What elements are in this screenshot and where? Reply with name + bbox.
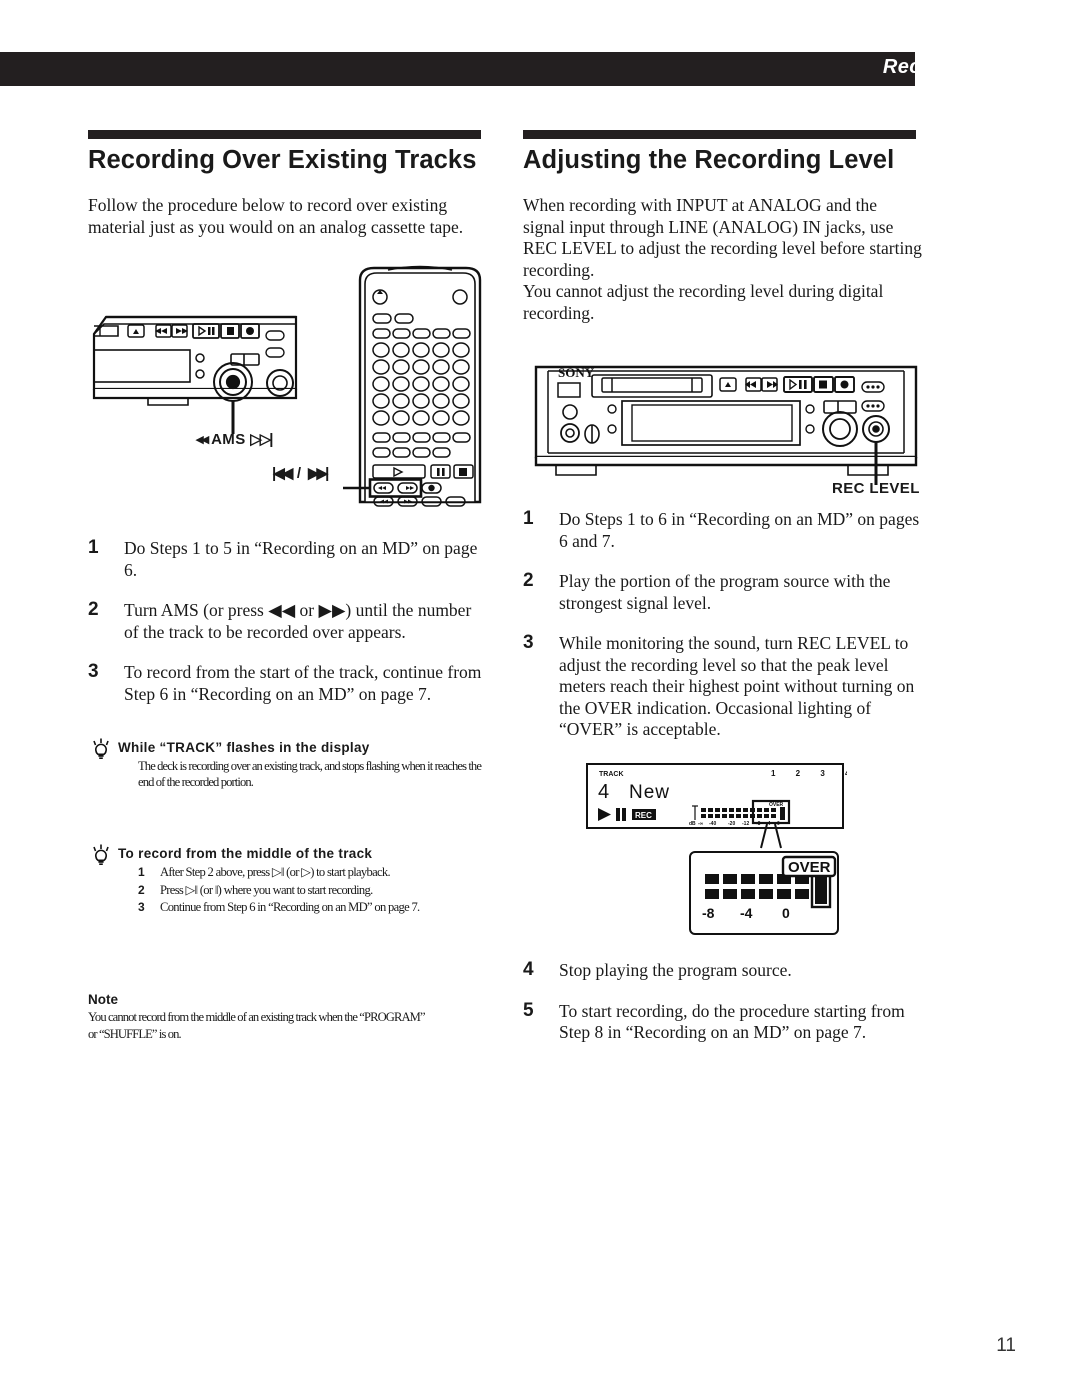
- tip-sub-item: 1 After Step 2 above, press ▷‖ (or ▷) to…: [138, 864, 488, 881]
- header-banner: [0, 52, 915, 86]
- next-track-icon: ▶▶|: [308, 465, 329, 482]
- step-text: Do Steps 1 to 6 in “Recording on an MD” …: [559, 509, 920, 551]
- document-page: Recording on MDs Recording Over Existing…: [0, 0, 1080, 1397]
- bulb-icon: [93, 844, 109, 865]
- left-section-rule: [88, 130, 481, 139]
- page-number: 11: [996, 1335, 1016, 1356]
- step-number: 5: [523, 999, 534, 1021]
- step-number: 3: [523, 632, 534, 653]
- meter-tick: -∞: [698, 821, 704, 827]
- left-intro-text: Follow the procedure below to record ove…: [88, 195, 464, 237]
- right-column: Adjusting the Recording Level When recor…: [523, 130, 923, 324]
- step-text: To start recording, do the procedure sta…: [559, 1000, 905, 1043]
- right-steps-list-bottom: 4 Stop playing the program source. 5 To …: [523, 959, 923, 1063]
- meter-tick: -40: [709, 821, 716, 827]
- step-number: 2: [523, 570, 534, 591]
- meter-unit-label: dB: [689, 821, 696, 827]
- skip-forward-icon: ▷▷|: [250, 431, 273, 448]
- step-item: 1 Do Steps 1 to 5 in “Recording on an MD…: [88, 537, 488, 581]
- tip-heading: While “TRACK” flashes in the display: [118, 740, 370, 755]
- display-track-label: TRACK: [599, 771, 624, 778]
- right-figure-md-deck: SONY: [528, 345, 928, 495]
- rec-level-callout-label: REC LEVEL: [832, 480, 920, 497]
- remote-control-illustration: [343, 265, 482, 507]
- tip-sub-text: Continue from Step 6 in “Recording on an…: [160, 900, 420, 914]
- tip-sub-number: 2: [138, 882, 145, 897]
- tip-body: The deck is recording over an existing t…: [138, 759, 482, 789]
- tip-heading: To record from the middle of the track: [118, 846, 373, 861]
- step-text: Stop playing the program source.: [559, 960, 792, 980]
- display-track-number: 4: [598, 781, 609, 803]
- right-section-title: Adjusting the Recording Level: [523, 146, 895, 174]
- step-item: 2 Play the portion of the program source…: [523, 570, 923, 614]
- pause-icon: [616, 808, 620, 821]
- ams-callout-label: ◂◂ AMS ▷▷|: [196, 431, 274, 448]
- right-steps-list-top: 1 Do Steps 1 to 6 in “Recording on an MD…: [523, 508, 923, 760]
- left-steps-list: 1 Do Steps 1 to 5 in “Recording on an MD…: [88, 537, 488, 724]
- tip-sub-item: 3 Continue from Step 6 in “Recording on …: [138, 899, 488, 916]
- zoom-scale-label: -4: [740, 905, 753, 921]
- brand-logo: SONY: [558, 365, 595, 380]
- step-number: 1: [88, 537, 99, 558]
- tip-sub-text: After Step 2 above, press ▷‖ (or ▷) to s…: [160, 865, 391, 879]
- over-indicator-label: OVER: [769, 802, 784, 808]
- tip-track-flashes: While “TRACK” flashes in the display The…: [88, 738, 488, 800]
- display-track-name: New: [629, 782, 670, 803]
- step-number: 3: [88, 661, 99, 682]
- step-text: Play the portion of the program source w…: [559, 571, 891, 613]
- tip-record-from-middle: To record from the middle of the track 1…: [88, 844, 488, 926]
- step-item: 3 To record from the start of the track,…: [88, 661, 488, 705]
- remote-skip-callout-label: |◀◀ / ▶▶|: [272, 465, 329, 482]
- zoom-over-label: OVER: [788, 859, 831, 876]
- note-heading: Note: [88, 992, 118, 1007]
- step-number: 4: [523, 959, 534, 980]
- meter-tick: -12: [742, 821, 749, 827]
- step-text: To record from the start of the track, c…: [124, 662, 482, 704]
- step-item: 3 While monitoring the sound, turn REC L…: [523, 632, 923, 741]
- note-block: Note You cannot record from the middle o…: [88, 992, 433, 1042]
- tip-sub-number: 1: [138, 865, 145, 879]
- tip-sub-text: Press ▷‖ (or ‖) where you want to start …: [160, 882, 373, 897]
- prev-track-icon: |◀◀: [272, 465, 293, 482]
- display-disc-numbers: 1 2 3 4: [771, 769, 847, 778]
- note-body: You cannot record from the middle of an …: [88, 1010, 426, 1041]
- md-deck-illustration: [92, 315, 298, 406]
- tip-sub-item: 2 Press ▷‖ (or ‖) where you want to star…: [138, 882, 488, 899]
- right-intro-text: When recording with INPUT at ANALOG and …: [523, 195, 922, 323]
- tip-sub-number: 3: [138, 900, 145, 914]
- step-item: 2 Turn AMS (or press ◀◀ or ▶▶) until the…: [88, 599, 488, 643]
- zoom-scale-label: 0: [782, 905, 790, 921]
- bulb-icon: [93, 738, 109, 759]
- left-section-title: Recording Over Existing Tracks: [88, 146, 477, 174]
- pause-icon: [622, 808, 626, 821]
- step-item: 1 Do Steps 1 to 6 in “Recording on an MD…: [523, 508, 923, 552]
- step-text: Turn AMS (or press ◀◀ or ▶▶) until the n…: [124, 600, 472, 642]
- rec-badge-label: REC: [635, 811, 652, 820]
- step-text: Do Steps 1 to 5 in “Recording on an MD” …: [124, 538, 478, 580]
- step-item: 5 To start recording, do the procedure s…: [523, 999, 923, 1044]
- display-panel-figure: TRACK 4 New REC 1 2 3 4: [585, 762, 847, 942]
- step-number: 2: [88, 599, 99, 620]
- right-section-rule: [523, 130, 916, 139]
- skip-back-icon: ◂◂: [196, 431, 209, 448]
- meter-tick: -20: [728, 821, 735, 827]
- step-text: While monitoring the sound, turn REC LEV…: [559, 633, 915, 739]
- step-number: 1: [523, 508, 534, 529]
- zoom-scale-label: -8: [702, 905, 715, 921]
- header-title: Recording on MDs: [882, 56, 1066, 78]
- left-column: Recording Over Existing Tracks Follow th…: [88, 130, 488, 238]
- step-item: 4 Stop playing the program source.: [523, 959, 923, 982]
